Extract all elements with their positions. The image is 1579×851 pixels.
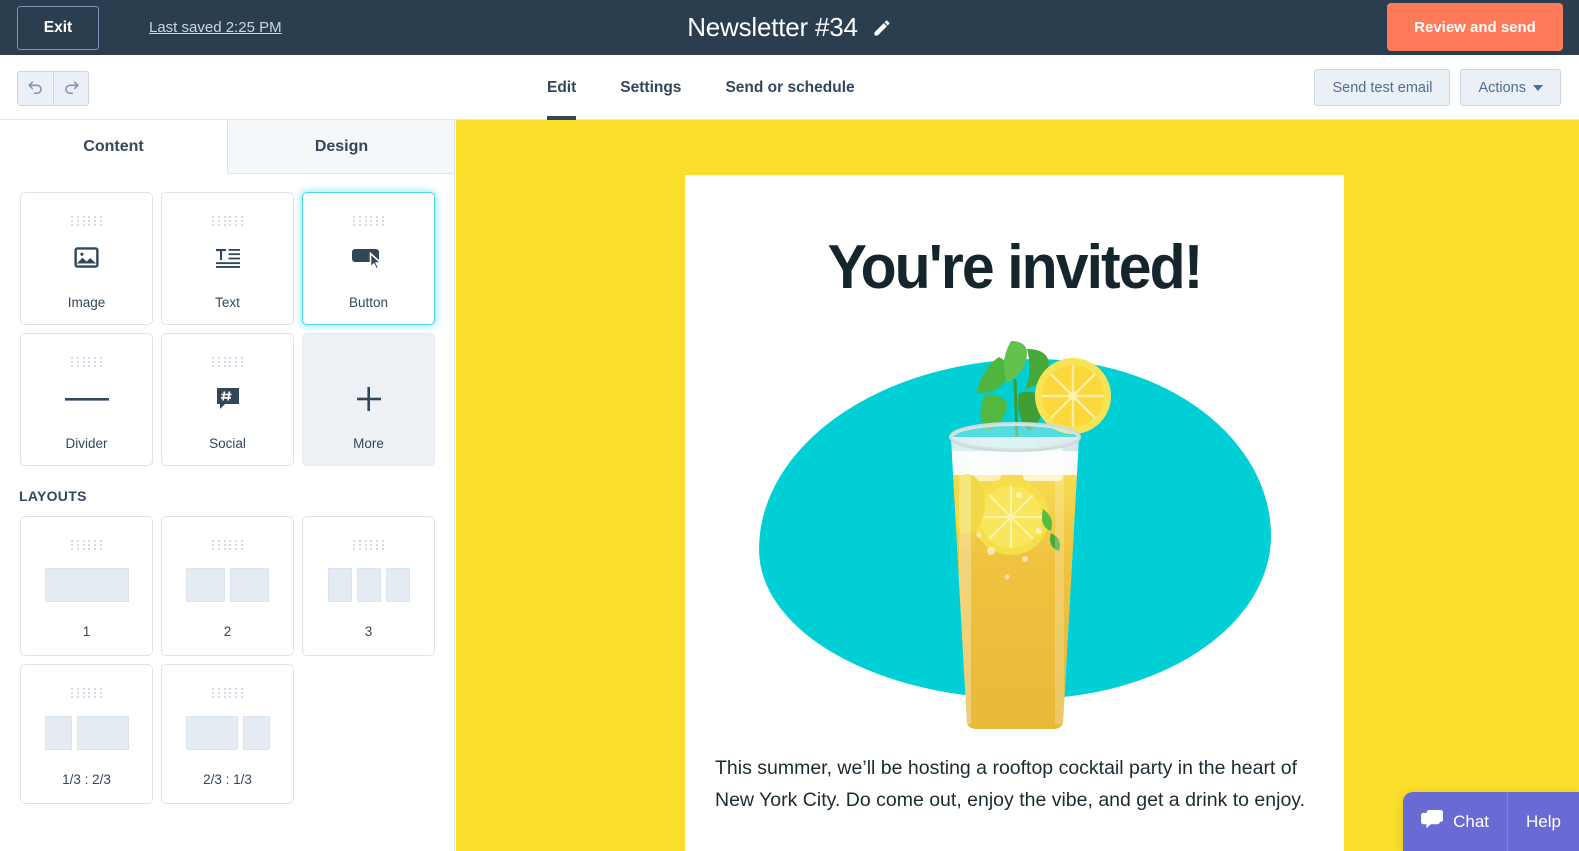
actions-label: Actions [1478,79,1526,96]
send-test-email-button[interactable]: Send test email [1314,69,1451,106]
module-grid: Image Text Button Divider Social More [0,174,454,466]
layout-card-2[interactable]: 2 [161,516,294,656]
editor-toolbar: Edit Settings Send or schedule Send test… [0,55,1579,120]
undo-icon[interactable] [18,72,53,105]
tab-edit[interactable]: Edit [525,55,598,120]
module-label: Image [67,295,106,310]
content-sidebar: Content Design Image Text Button Divider… [0,120,455,851]
layout-label: 2/3 : 1/3 [203,772,252,787]
review-and-send-button[interactable]: Review and send [1387,3,1563,51]
tab-settings[interactable]: Settings [598,55,703,120]
chat-widget: Chat Help [1403,792,1579,851]
module-label: Button [348,295,389,310]
text-icon [213,220,243,295]
module-label: Social [209,436,246,451]
layout-label: 1/3 : 2/3 [62,772,111,787]
layout-card-one-third-two-thirds[interactable]: 1/3 : 2/3 [20,664,153,804]
email-headline[interactable]: You're invited! [701,175,1327,303]
module-card-text[interactable]: Text [161,192,294,325]
module-card-more[interactable]: More [302,333,435,466]
email-editor-app: Exit Last saved 2:25 PM Newsletter #34 R… [0,0,1579,851]
layout-label: 2 [223,624,232,639]
actions-dropdown-button[interactable]: Actions [1460,69,1561,106]
sidebar-tab-design[interactable]: Design [227,120,454,174]
editor-tabs: Edit Settings Send or schedule [525,55,877,120]
image-icon [72,220,101,295]
pencil-icon[interactable] [872,18,892,38]
button-icon [350,220,388,295]
plus-icon [353,361,385,436]
lemon-wheel-garnish [1034,358,1111,434]
layout-label: 3 [364,624,373,639]
layout-preview [44,546,129,624]
sidebar-tabs: Content Design [0,120,454,174]
module-label: Divider [65,436,108,451]
top-bar: Exit Last saved 2:25 PM Newsletter #34 R… [0,0,1579,55]
layout-preview [186,546,269,624]
layout-card-3[interactable]: 3 [302,516,435,656]
chat-label: Chat [1453,811,1490,831]
chat-button[interactable]: Chat [1403,792,1507,851]
layout-grid: 1 2 3 1/3: 2/3 2/3: 1/3 [0,504,454,804]
exit-button[interactable]: Exit [17,5,99,50]
module-card-button[interactable]: Button [302,192,435,325]
help-label: Help [1526,811,1561,831]
email-hero-image[interactable] [685,311,1344,741]
email-card[interactable]: You're invited! This summer, we’ll be ho… [685,175,1344,851]
layout-label: 1 [82,624,91,639]
last-saved-link[interactable]: Last saved 2:25 PM [149,19,282,36]
module-label: Text [215,295,240,310]
module-card-divider[interactable]: Divider [20,333,153,466]
sidebar-tab-content[interactable]: Content [0,120,227,174]
layout-card-1[interactable]: 1 [20,516,153,656]
lemonade-glass-illustration [948,341,1111,729]
page-title: Newsletter #34 [687,12,858,42]
undo-redo-group [17,71,89,106]
module-card-image[interactable]: Image [20,192,153,325]
tab-send-or-schedule[interactable]: Send or schedule [703,55,876,120]
divider-icon [63,361,111,436]
send-test-email-label: Send test email [1332,79,1433,96]
layout-preview [44,694,129,772]
chevron-down-icon [1533,84,1543,91]
social-icon [213,361,243,436]
email-preview-canvas[interactable]: You're invited! This summer, we’ll be ho… [456,120,1579,851]
layout-preview [327,546,410,624]
redo-icon[interactable] [53,72,88,105]
layout-preview [185,694,270,772]
layout-card-two-thirds-one-third[interactable]: 2/3 : 1/3 [161,664,294,804]
help-button[interactable]: Help [1507,792,1579,851]
module-label: More [353,436,384,451]
module-card-social[interactable]: Social [161,333,294,466]
layouts-heading: LAYOUTS [19,488,87,504]
chat-bubble-icon [1421,809,1444,835]
email-body-text[interactable]: This summer, we’ll be hosting a rooftop … [685,741,1344,816]
toolbar-actions: Send test email Actions [1314,69,1561,106]
